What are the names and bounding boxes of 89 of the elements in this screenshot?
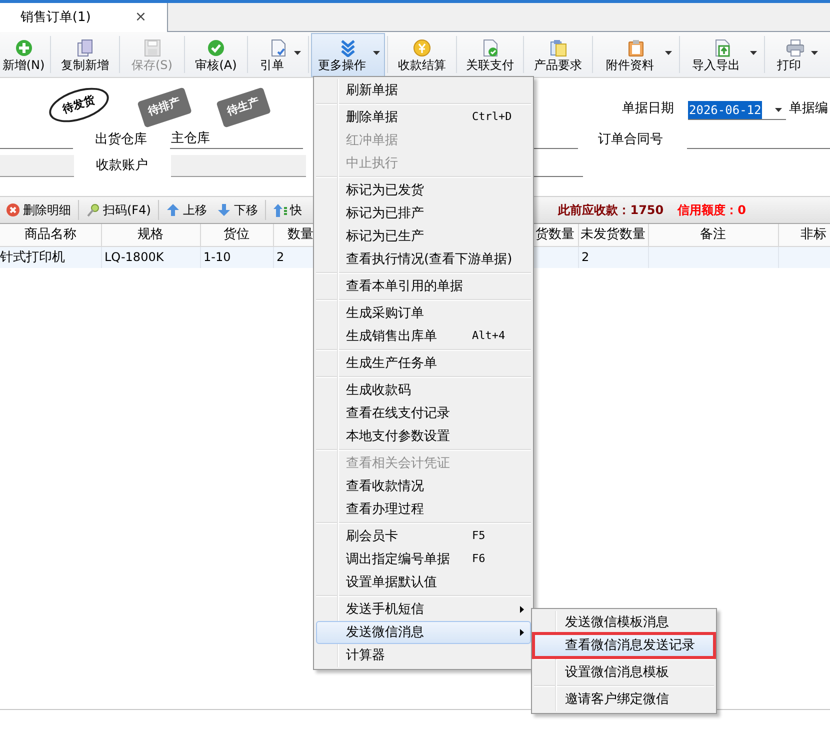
check-icon: [207, 39, 225, 57]
column-header: 规格: [101, 224, 200, 246]
column-header: 未发货数量: [578, 224, 648, 246]
toolbar-button[interactable]: 审核(A): [187, 33, 245, 77]
close-button[interactable]: ×: [128, 7, 147, 28]
caret-icon: [775, 108, 782, 112]
delete-icon: [6, 203, 20, 217]
menu-item[interactable]: 查看收款情况: [316, 475, 531, 498]
menu-item[interactable]: 本地支付参数设置: [316, 425, 531, 448]
column-header: 非标: [778, 224, 830, 246]
menu-item[interactable]: 计算器: [316, 644, 531, 667]
account-label: 收款账户: [96, 156, 148, 174]
menu-item[interactable]: 生成采购订单: [316, 302, 531, 325]
menu-item[interactable]: 刷会员卡 F5: [316, 525, 531, 548]
plus-icon: [14, 39, 32, 57]
menu-item[interactable]: 发送手机短信: [316, 598, 531, 621]
menu-item[interactable]: 标记为已排产: [316, 202, 531, 225]
number-label: 单据编: [789, 100, 828, 118]
menu-item[interactable]: 标记为已发货: [316, 179, 531, 202]
warehouse-field[interactable]: 主仓库: [170, 129, 304, 149]
shortcut-text: F6: [472, 551, 486, 568]
arrow-down-icon: [216, 203, 231, 217]
printer-icon: [786, 39, 804, 57]
menu-item[interactable]: 发送微信模板消息: [534, 611, 714, 634]
menu-item[interactable]: 删除单据 Ctrl+D: [316, 106, 531, 129]
toolbar-button[interactable]: 产品要求: [526, 33, 590, 77]
toolbar-button[interactable]: 导入导出: [682, 33, 762, 77]
tab[interactable]: 销售订单(1) ×: [0, 3, 168, 32]
account-field[interactable]: [171, 155, 306, 177]
text-field[interactable]: [0, 155, 74, 177]
toolbar-button[interactable]: 下移: [214, 201, 261, 219]
summary-text: 此前应收款：1750: [558, 202, 664, 219]
toolbar-button[interactable]: 引单: [250, 33, 306, 77]
document-check-icon: [481, 39, 499, 57]
toolbar-button[interactable]: 新增(N): [0, 33, 48, 77]
toolbar-button[interactable]: 快: [270, 201, 305, 219]
menu-item[interactable]: 设置微信消息模板: [534, 661, 714, 684]
menu-item[interactable]: 生成销售出库单 Alt+4: [316, 325, 531, 348]
toolbar-button[interactable]: 扫码(F4): [83, 201, 154, 219]
caret-icon: [665, 51, 672, 55]
shortcut-text: F5: [472, 528, 486, 544]
submenu-arrow-icon: [520, 629, 524, 636]
menu-item[interactable]: 设置单据默认值: [316, 571, 531, 594]
contract-label: 订单合同号: [598, 130, 663, 148]
menu-item[interactable]: 查看微信消息发送记录: [534, 634, 714, 657]
clipboard-icon: [549, 39, 567, 57]
toolbar-button[interactable]: 更多操作: [311, 33, 385, 77]
status-stamp: 待生产: [216, 86, 271, 127]
column-header: 备注: [648, 224, 778, 246]
caret-icon: [750, 51, 757, 55]
menu-item[interactable]: 刷新单据: [316, 79, 531, 102]
coin-icon: [413, 39, 431, 57]
caret-icon: [811, 51, 818, 55]
toolbar-button[interactable]: 附件资料: [595, 33, 677, 77]
column-header: 商品名称: [0, 224, 101, 246]
menu-item[interactable]: 查看在线支付记录: [316, 402, 531, 425]
shortcut-text: Alt+4: [472, 328, 506, 344]
column-header: 货位: [200, 224, 273, 246]
clipboard-icon: [627, 39, 645, 57]
table-cell: 1-10: [200, 246, 273, 268]
menu-item[interactable]: 调出指定编号单据 F6: [316, 548, 531, 571]
document-check-icon: [269, 39, 287, 57]
toolbar-button[interactable]: 打印: [767, 33, 823, 77]
date-label: 单据日期: [622, 100, 674, 118]
document-arrow-icon: [713, 39, 731, 57]
arrow-up-icon: [272, 203, 287, 217]
chevron-icon: [339, 39, 357, 57]
status-stamp: 待排产: [137, 86, 192, 127]
menu-item[interactable]: 查看本单引用的单据: [316, 275, 531, 298]
summary-text: 信用额度：0: [678, 202, 746, 219]
arrow-up-icon: [166, 203, 180, 217]
menu-item[interactable]: 发送微信消息: [316, 621, 531, 644]
shortcut-text: Ctrl+D: [472, 109, 512, 126]
table-cell: 针式打印机: [0, 246, 101, 268]
table-cell: 2: [578, 246, 648, 268]
menu-item[interactable]: 生成收款码: [316, 379, 531, 402]
toolbar-button[interactable]: 复制新增: [53, 33, 117, 77]
warehouse-label: 出货仓库: [94, 130, 147, 148]
floppy-icon: [143, 39, 161, 57]
table-cell: LQ-1800K: [101, 246, 200, 268]
menu-item[interactable]: 生成生产任务单: [316, 352, 531, 375]
toolbar-button[interactable]: 上移: [162, 201, 210, 219]
copy-icon: [76, 39, 94, 57]
menu-item[interactable]: 邀请客户绑定微信: [534, 688, 714, 711]
toolbar-button[interactable]: 删除明细: [3, 201, 74, 219]
menu-item[interactable]: 查看办理过程: [316, 498, 531, 521]
caret-icon: [294, 51, 301, 55]
caret-icon: [373, 51, 380, 55]
submenu-arrow-icon: [520, 606, 524, 613]
